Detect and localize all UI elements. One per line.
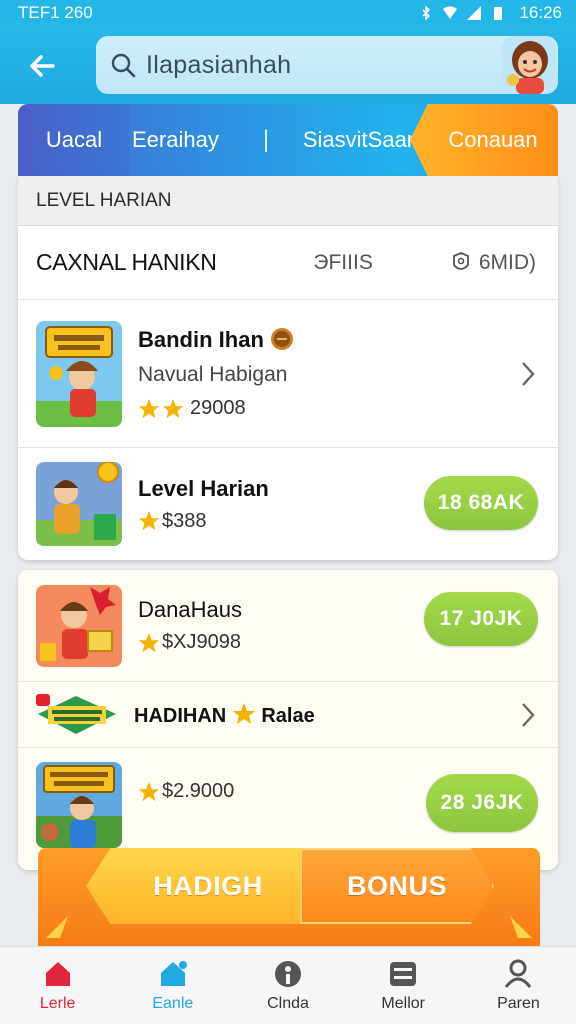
claim-button[interactable]: 28 J6JK	[426, 774, 538, 832]
nav-item-lerle[interactable]: Lerle	[0, 947, 115, 1024]
category-tabs: Uacal Eeraihay | SiasvitSaam Conauan	[18, 104, 558, 176]
tag-icon	[452, 251, 469, 270]
arrow-left-icon	[30, 55, 55, 77]
star-icon	[138, 781, 160, 801]
list-item[interactable]: Bandin Ihan Navual Habigan 29008	[18, 300, 558, 448]
filter-row: CAXNAL HANIKN ЭFIIIS 6MID)	[18, 226, 558, 300]
app-bar: Ilapasianhah	[0, 26, 576, 104]
level-card-header: LEVEL HARIAN	[18, 176, 558, 226]
item-name: HADIHAN Ralae	[134, 702, 558, 728]
chevron-right-icon[interactable]	[518, 701, 538, 729]
bonus-button[interactable]: BONUS	[300, 848, 494, 924]
chevron-right-icon[interactable]	[518, 360, 538, 388]
list-icon	[390, 961, 417, 986]
nav-item-clnda[interactable]: Clnda	[230, 947, 345, 1024]
avatar-girl-icon	[502, 36, 556, 94]
tab-eeraihay[interactable]: Eeraihay	[130, 104, 256, 176]
back-button[interactable]	[22, 46, 62, 86]
status-bar: TEF1 260 16:26	[0, 0, 576, 26]
filter-sort[interactable]: 6MID)	[451, 251, 536, 275]
tab-separator: |	[262, 126, 270, 153]
reward-card: DanaHaus $XJ9098 17 J0JK HADIHAN Ralae $…	[18, 570, 558, 870]
sparkle-icon	[46, 916, 68, 938]
star-icon	[138, 510, 160, 531]
filter-option[interactable]: ЭFIIIS	[313, 251, 372, 275]
item-subtitle: Navual Habigan	[138, 363, 288, 386]
sparkle-icon	[510, 916, 532, 938]
game-thumbnail	[36, 320, 122, 427]
list-item[interactable]: DanaHaus $XJ9098 17 J0JK	[18, 570, 558, 682]
coin-icon	[271, 328, 294, 350]
wifi-icon	[443, 6, 458, 19]
list-item[interactable]: Level Harian $388 18 68AK	[18, 448, 558, 560]
promo-banner: HADIGH BONUS	[38, 848, 540, 946]
star-icon	[162, 398, 184, 418]
status-left-text: TEF1 260	[18, 3, 93, 22]
game-thumbnail	[36, 462, 122, 546]
bluetooth-icon	[422, 6, 431, 20]
search-icon	[111, 53, 136, 78]
status-time: 16:26	[519, 3, 562, 22]
star-icon	[232, 702, 255, 724]
avatar[interactable]	[502, 36, 556, 94]
user-icon	[505, 959, 532, 988]
star-icon	[138, 632, 160, 652]
battery-icon	[494, 7, 503, 20]
nav-item-eanle[interactable]: Eanle	[115, 947, 230, 1024]
signal-icon	[467, 6, 482, 20]
home-icon	[160, 960, 187, 986]
info-icon	[275, 960, 301, 987]
search-bar[interactable]: Ilapasianhah	[96, 36, 558, 94]
item-rating: 29008	[138, 397, 558, 420]
item-name: Bandin Ihan	[138, 327, 558, 353]
filter-title: CAXNAL HANIKN	[36, 249, 217, 275]
level-card: LEVEL HARIAN CAXNAL HANIKN ЭFIIIS 6MID) …	[18, 176, 558, 560]
promo-badge-thumbnail	[36, 691, 118, 738]
tab-uacal[interactable]: Uacal	[18, 104, 130, 176]
bottom-nav: Lerle Eanle Clnda Mellor Paren	[0, 946, 576, 1024]
list-item[interactable]: HADIHAN Ralae	[18, 682, 558, 748]
nav-item-mellor[interactable]: Mellor	[346, 947, 461, 1024]
nav-item-paren[interactable]: Paren	[461, 947, 576, 1024]
game-thumbnail	[36, 584, 122, 667]
claim-button[interactable]: 18 68AK	[424, 476, 538, 530]
claim-button[interactable]: 17 J0JK	[424, 592, 538, 646]
hadigh-button[interactable]: HADIGH	[86, 848, 330, 924]
star-icon	[138, 398, 160, 418]
game-thumbnail	[36, 762, 122, 848]
home-icon	[45, 961, 70, 986]
tab-conauan[interactable]: Conauan	[410, 104, 558, 176]
search-input[interactable]: Ilapasianhah	[146, 51, 291, 80]
